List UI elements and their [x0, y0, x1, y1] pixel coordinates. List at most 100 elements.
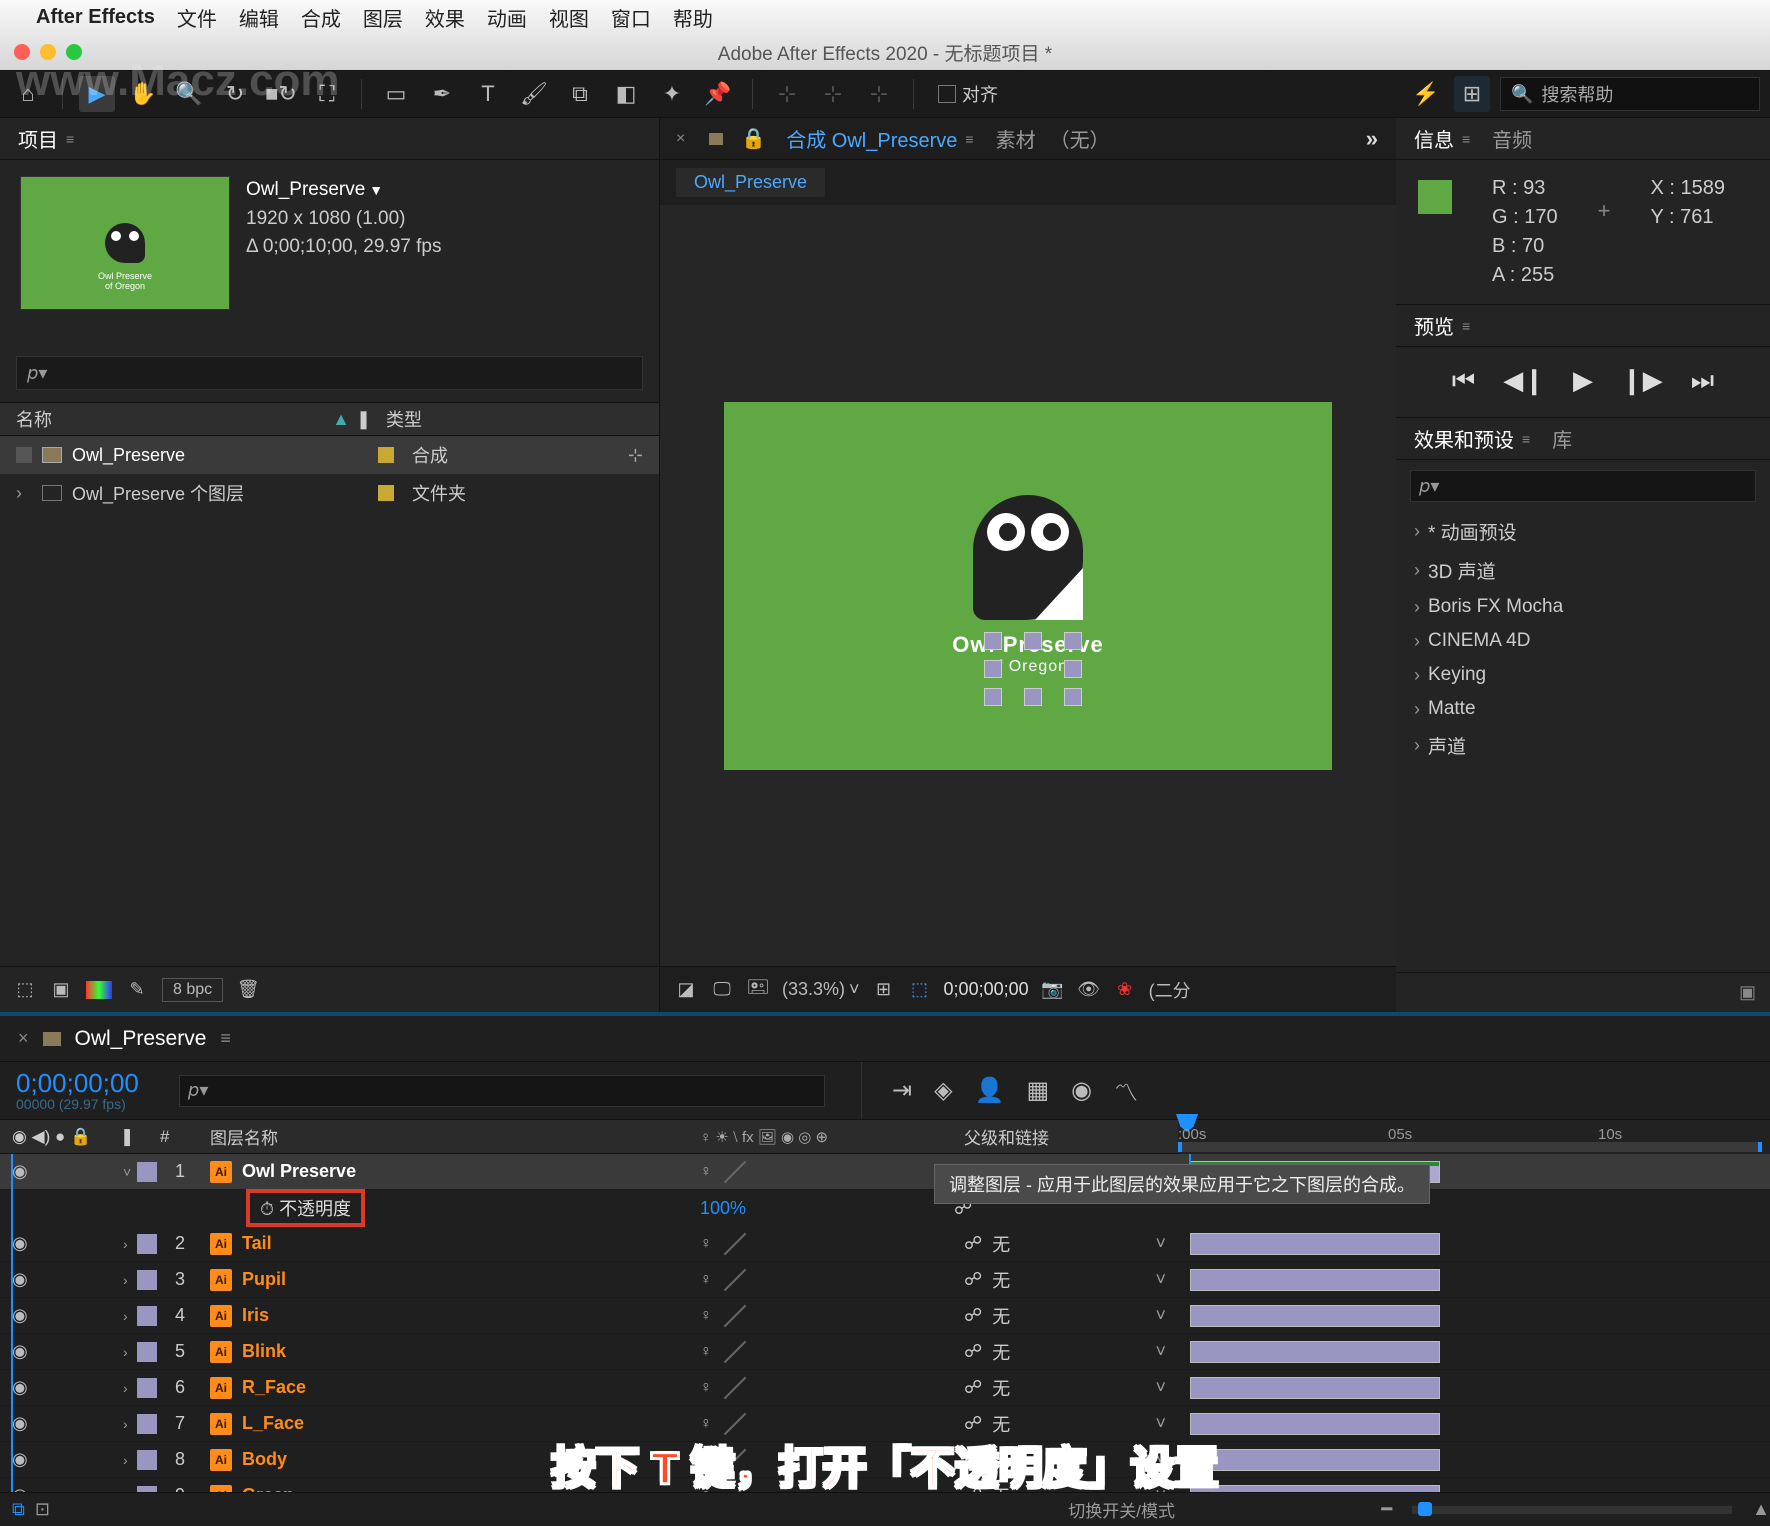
comp-flowchart-icon[interactable]: ⇥: [892, 1076, 912, 1105]
project-thumbnail[interactable]: Owl Preserveof Oregon: [20, 176, 230, 310]
close-tab-icon[interactable]: ×: [18, 1028, 29, 1049]
trash-icon[interactable]: 🗑: [237, 979, 259, 1001]
layer-row[interactable]: ◉ ˅ 1 Ai Owl Preserve ♀ ☍无˅: [0, 1154, 1770, 1190]
close-tab-icon[interactable]: ×: [676, 130, 685, 148]
timeline-tab-title[interactable]: Owl_Preserve: [75, 1027, 207, 1051]
effects-category[interactable]: * 动画预设: [1396, 512, 1770, 551]
toggle-mask-icon[interactable]: 🖭: [746, 975, 770, 1005]
layer-row[interactable]: ◉ › 5 Ai Blink ♀ ☍无˅: [0, 1334, 1770, 1370]
label-swatch[interactable]: [137, 1450, 157, 1470]
selection-tool[interactable]: ▶: [79, 76, 115, 112]
expand-arrow-icon[interactable]: ›: [123, 1308, 137, 1324]
axis-local-icon[interactable]: ⊹: [769, 76, 805, 112]
expand-arrow-icon[interactable]: ˅: [123, 1164, 137, 1180]
layer-name[interactable]: Body: [242, 1449, 287, 1470]
effects-category[interactable]: 3D 声道: [1396, 551, 1770, 590]
default-mode-icon[interactable]: ⚡: [1408, 76, 1444, 112]
rotation-tool[interactable]: ■↻: [263, 76, 299, 112]
pickwhip-icon[interactable]: ☍: [964, 1341, 982, 1362]
stopwatch-icon[interactable]: ⏱: [260, 1199, 274, 1219]
canvas[interactable]: Owl Preserve of Oregon: [724, 402, 1332, 770]
parent-dropdown-icon[interactable]: ˅: [1155, 1269, 1166, 1290]
cti-line[interactable]: [11, 1154, 13, 1492]
color-depth-icon[interactable]: [86, 981, 112, 999]
toggle-switches-modes-button[interactable]: 切换开关/模式: [862, 1497, 1381, 1522]
expand-arrow-icon[interactable]: ›: [123, 1452, 137, 1468]
hand-tool[interactable]: ✋: [125, 76, 161, 112]
expand-arrow-icon[interactable]: ›: [123, 1344, 137, 1360]
selection-handle[interactable]: [1024, 632, 1042, 650]
label-swatch[interactable]: [137, 1234, 157, 1254]
shy-switch-icon[interactable]: ♀: [700, 1379, 712, 1397]
label-swatch[interactable]: [137, 1414, 157, 1434]
toggle-modes-icon[interactable]: ⊡: [35, 1499, 50, 1520]
orbit-tool[interactable]: ↻: [217, 76, 253, 112]
workspace-switcher-icon[interactable]: ⊞: [1454, 76, 1490, 112]
layer-name[interactable]: R_Face: [242, 1377, 306, 1398]
label-swatch[interactable]: [137, 1486, 157, 1493]
tab-footage[interactable]: 素材（无）: [994, 120, 1112, 157]
visibility-eye-icon[interactable]: ◉: [12, 1485, 28, 1492]
home-button[interactable]: ⌂: [10, 76, 46, 112]
col-layer-name[interactable]: 图层名称: [200, 1120, 694, 1153]
tab-preview[interactable]: 预览 ≡: [1412, 307, 1472, 344]
label-swatch[interactable]: [137, 1378, 157, 1398]
roto-tool[interactable]: ✦: [654, 76, 690, 112]
new-folder-icon[interactable]: ✎: [126, 979, 148, 1001]
last-frame-button[interactable]: ⏭: [1691, 365, 1714, 397]
menu-layer[interactable]: 图层: [363, 3, 403, 32]
window-close-button[interactable]: [14, 44, 30, 60]
shy-switch-icon[interactable]: ♀: [700, 1163, 712, 1181]
visibility-eye-icon[interactable]: ◉: [12, 1341, 28, 1362]
axis-world-icon[interactable]: ⊹: [815, 76, 851, 112]
expand-arrow-icon[interactable]: ›: [123, 1380, 137, 1396]
layer-name[interactable]: Iris: [242, 1305, 269, 1326]
first-frame-button[interactable]: ⏮: [1452, 365, 1475, 397]
shape-tool[interactable]: ▭: [378, 76, 414, 112]
axis-view-icon[interactable]: ⊹: [861, 76, 897, 112]
selection-handle[interactable]: [984, 660, 1002, 678]
project-search-input[interactable]: 𝘱▾: [16, 356, 643, 390]
shy-switch-icon[interactable]: ♀: [700, 1343, 712, 1361]
visibility-eye-icon[interactable]: ◉: [12, 1413, 28, 1434]
window-minimize-button[interactable]: [40, 44, 56, 60]
interpret-footage-icon[interactable]: ⬚: [14, 979, 36, 1001]
parent-dropdown-icon[interactable]: ˅: [1155, 1413, 1166, 1434]
menu-view[interactable]: 视图: [549, 3, 589, 32]
tab-effects-presets[interactable]: 效果和预设 ≡: [1412, 420, 1532, 457]
parent-value[interactable]: 无: [992, 1303, 1010, 1329]
brush-tool[interactable]: 🖌: [516, 76, 552, 112]
effects-category[interactable]: CINEMA 4D: [1396, 624, 1770, 658]
tab-project[interactable]: 项目≡: [16, 120, 76, 157]
layer-duration-bar[interactable]: [1190, 1449, 1440, 1471]
show-snapshot-icon[interactable]: 👁: [1077, 979, 1101, 1000]
menu-effect[interactable]: 效果: [425, 3, 465, 32]
timeline-zoom-slider[interactable]: [1412, 1506, 1732, 1514]
effects-search-input[interactable]: 𝘱▾: [1410, 470, 1756, 502]
label-swatch[interactable]: [137, 1162, 157, 1182]
zoom-tool[interactable]: 🔍: [171, 76, 207, 112]
project-item-row[interactable]: › Owl_Preserve 个图层 文件夹: [0, 474, 659, 512]
opacity-value[interactable]: 100%: [700, 1198, 746, 1218]
pickwhip-icon[interactable]: ☍: [964, 1377, 982, 1398]
time-ruler[interactable]: :00s 05s 10s: [1178, 1120, 1770, 1154]
shy-switch-icon[interactable]: ♀: [700, 1271, 712, 1289]
visibility-eye-icon[interactable]: ◉: [12, 1233, 28, 1254]
resolution-icon[interactable]: ⊞: [872, 979, 896, 1000]
pickwhip-icon[interactable]: ☍: [964, 1233, 982, 1254]
layer-duration-bar[interactable]: [1190, 1377, 1440, 1399]
bpc-button[interactable]: 8 bpc: [162, 978, 223, 1002]
resolution-dropdown[interactable]: (二分: [1149, 977, 1191, 1003]
expand-arrow-icon[interactable]: ›: [123, 1272, 137, 1288]
timeline-timecode[interactable]: 0;00;00;00: [16, 1070, 139, 1096]
selection-handle[interactable]: [1064, 632, 1082, 650]
expand-arrow-icon[interactable]: ›: [123, 1488, 137, 1493]
layer-duration-bar[interactable]: [1190, 1305, 1440, 1327]
draft3d-icon[interactable]: ◈: [934, 1076, 952, 1105]
visibility-eye-icon[interactable]: ◉: [12, 1161, 28, 1182]
layer-name[interactable]: Owl Preserve: [242, 1161, 356, 1182]
visibility-eye-icon[interactable]: ◉: [12, 1269, 28, 1290]
tab-info[interactable]: 信息 ≡: [1412, 120, 1472, 157]
label-column-icon[interactable]: ❚: [356, 409, 386, 430]
collapse-switch[interactable]: [724, 1160, 747, 1183]
